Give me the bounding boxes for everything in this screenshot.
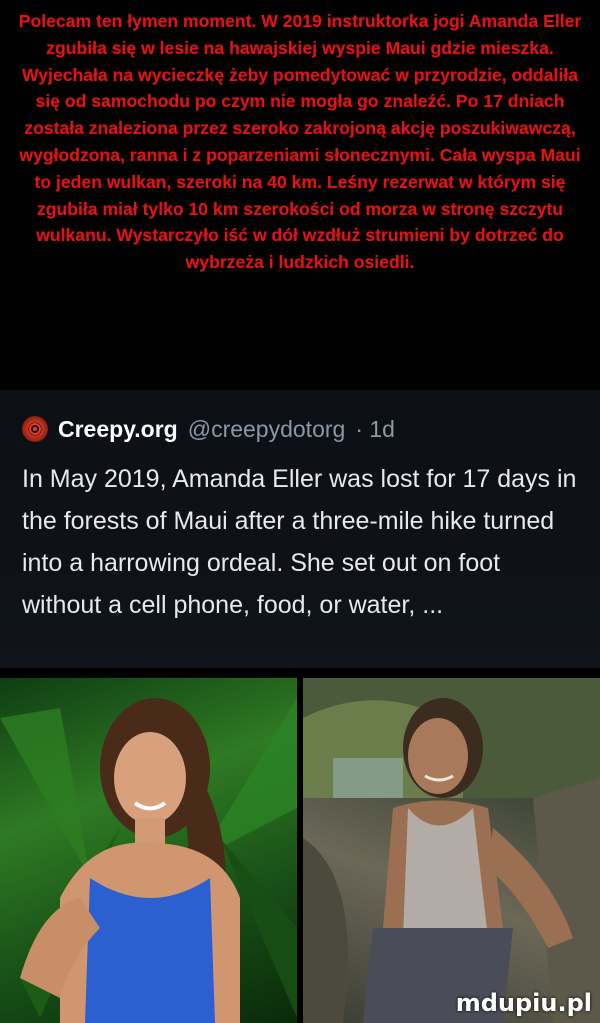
tweet-time: · 1d [355,415,395,442]
photo-smiling-woman-palm-fronds[interactable] [0,678,297,1023]
photo-grid: mdupiu.pl [0,668,600,1023]
site-watermark: mdupiu.pl [455,989,592,1017]
photo-rescued-woman-forest[interactable]: mdupiu.pl [303,678,600,1023]
tweet-header: Creepy.org @creepydotorg · 1d [22,412,395,446]
tweet-card[interactable]: Creepy.org @creepydotorg · 1d In May 201… [0,390,600,668]
account-handle[interactable]: @creepydotorg [188,416,346,443]
account-name[interactable]: Creepy.org [58,416,178,443]
caption-text: Polecam ten łymen moment. W 2019 instruk… [18,11,582,273]
tweet-text: In May 2019, Amanda Eller was lost for 1… [22,465,577,619]
creepy-org-logo-icon[interactable] [22,416,48,442]
